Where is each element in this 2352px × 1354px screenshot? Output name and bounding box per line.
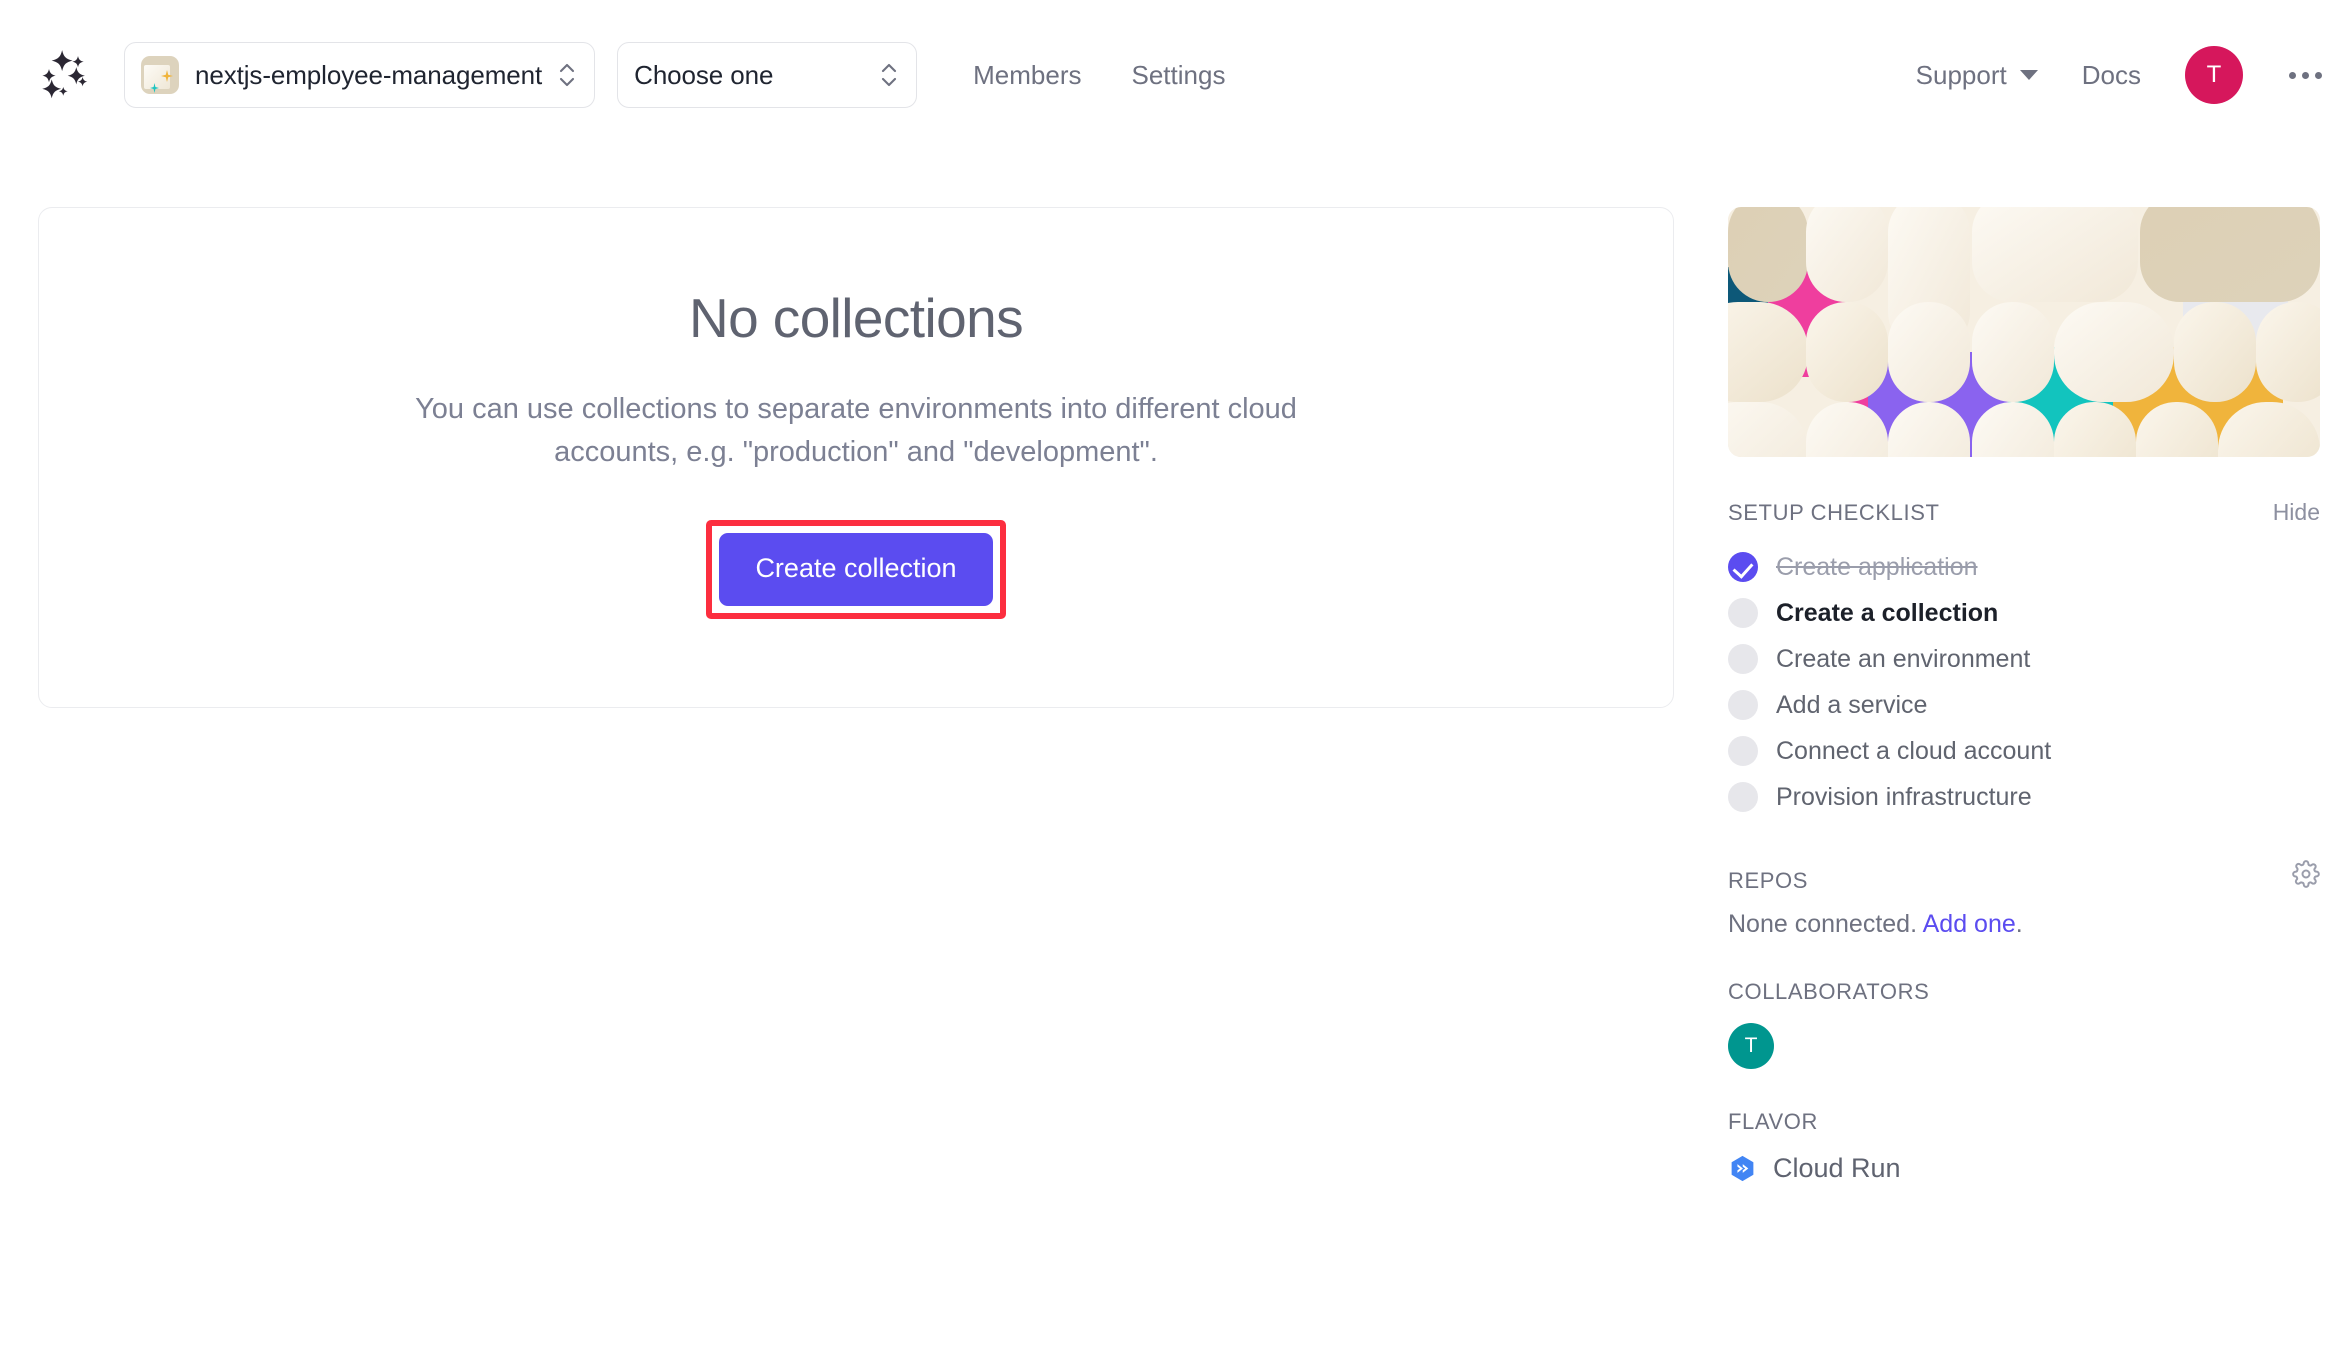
gear-icon[interactable] [2292,860,2320,888]
checklist-item-label: Add a service [1776,690,1928,719]
repos-add-one-link[interactable]: Add one [1923,910,2016,938]
top-header: nextjs-employee-management Choose one Me… [0,0,2352,150]
right-sidebar: SETUP CHECKLIST Hide Create application … [1728,207,2320,1184]
empty-circle-icon [1728,782,1758,812]
flavor-name: Cloud Run [1773,1153,1901,1183]
empty-circle-icon [1728,736,1758,766]
collections-empty-state-card: No collections You can use collections t… [38,207,1674,708]
page-body: No collections You can use collections t… [0,150,2352,1184]
create-collection-highlight: Create collection [706,519,1006,619]
repos-title: REPOS [1728,868,1809,893]
checklist-item-provision-infrastructure[interactable]: Provision infrastructure [1728,774,2320,820]
nav-link-members[interactable]: Members [973,60,1081,91]
repos-empty-text: None connected. Add one. [1728,910,2320,939]
up-down-chevron-icon [880,58,898,92]
checklist-item-connect-a-cloud-account[interactable]: Connect a cloud account [1728,728,2320,774]
chevron-down-icon [2019,70,2038,80]
repos-section: REPOS None connected. Add one. [1728,860,2320,939]
page-title: No collections [689,287,1024,349]
empty-circle-icon [1728,644,1758,674]
collaborator-avatar[interactable]: T [1728,1023,1774,1069]
sparkle-ring-logo[interactable] [30,42,96,108]
empty-circle-icon [1728,690,1758,720]
empty-state-description: You can use collections to separate envi… [415,393,1297,468]
checklist-item-create-an-environment[interactable]: Create an environment [1728,636,2320,682]
primary-nav: Members Settings [973,60,1225,91]
setup-checklist-hide-button[interactable]: Hide [2273,499,2320,526]
repos-header: REPOS [1728,860,2320,894]
setup-checklist-header: SETUP CHECKLIST Hide [1728,499,2320,526]
checklist-item-create-application[interactable]: Create application [1728,544,2320,590]
checklist-item-label: Create application [1776,552,1978,581]
setup-checklist-title: SETUP CHECKLIST [1728,500,1940,525]
collaborators-list: T [1728,1023,2320,1069]
environment-selector[interactable]: Choose one [617,42,918,108]
decorative-sparkle-pattern [1728,207,2320,457]
flavor-title: FLAVOR [1728,1109,1818,1134]
flavor-value-row: Cloud Run [1728,1153,2320,1184]
check-circle-icon [1728,552,1758,582]
user-avatar[interactable]: T [2185,46,2243,104]
checklist-item-label: Connect a cloud account [1776,736,2052,765]
checklist-item-label: Create a collection [1776,598,1999,627]
checklist-item-label: Provision infrastructure [1776,782,2032,811]
application-selector-value: nextjs-employee-management [195,59,543,90]
flavor-section: FLAVOR Cloud Run [1728,1109,2320,1184]
secondary-nav: Support Docs T [1916,46,2324,104]
empty-circle-icon [1728,598,1758,628]
support-menu[interactable]: Support [1916,60,2038,91]
checklist-item-label: Create an environment [1776,644,2031,673]
checklist-item-create-a-collection[interactable]: Create a collection [1728,590,2320,636]
app-thumbnail-icon [141,56,179,94]
repos-empty-label: None connected. [1728,910,1918,938]
application-selector[interactable]: nextjs-employee-management [124,42,596,108]
collaborators-title: COLLABORATORS [1728,979,1930,1004]
repos-link-suffix: . [2015,910,2023,938]
collaborators-section: COLLABORATORS T [1728,979,2320,1069]
checklist-item-add-a-service[interactable]: Add a service [1728,682,2320,728]
nav-link-settings[interactable]: Settings [1132,60,1226,91]
setup-checklist: Create application Create a collection C… [1728,544,2320,820]
create-collection-button[interactable]: Create collection [719,532,993,606]
up-down-chevron-icon [558,58,576,92]
google-cloud-run-icon [1728,1154,1757,1183]
support-label: Support [1915,59,2007,90]
ellipsis-icon[interactable] [2287,64,2324,87]
environment-selector-value: Choose one [634,59,774,90]
nav-link-docs[interactable]: Docs [2082,60,2141,91]
